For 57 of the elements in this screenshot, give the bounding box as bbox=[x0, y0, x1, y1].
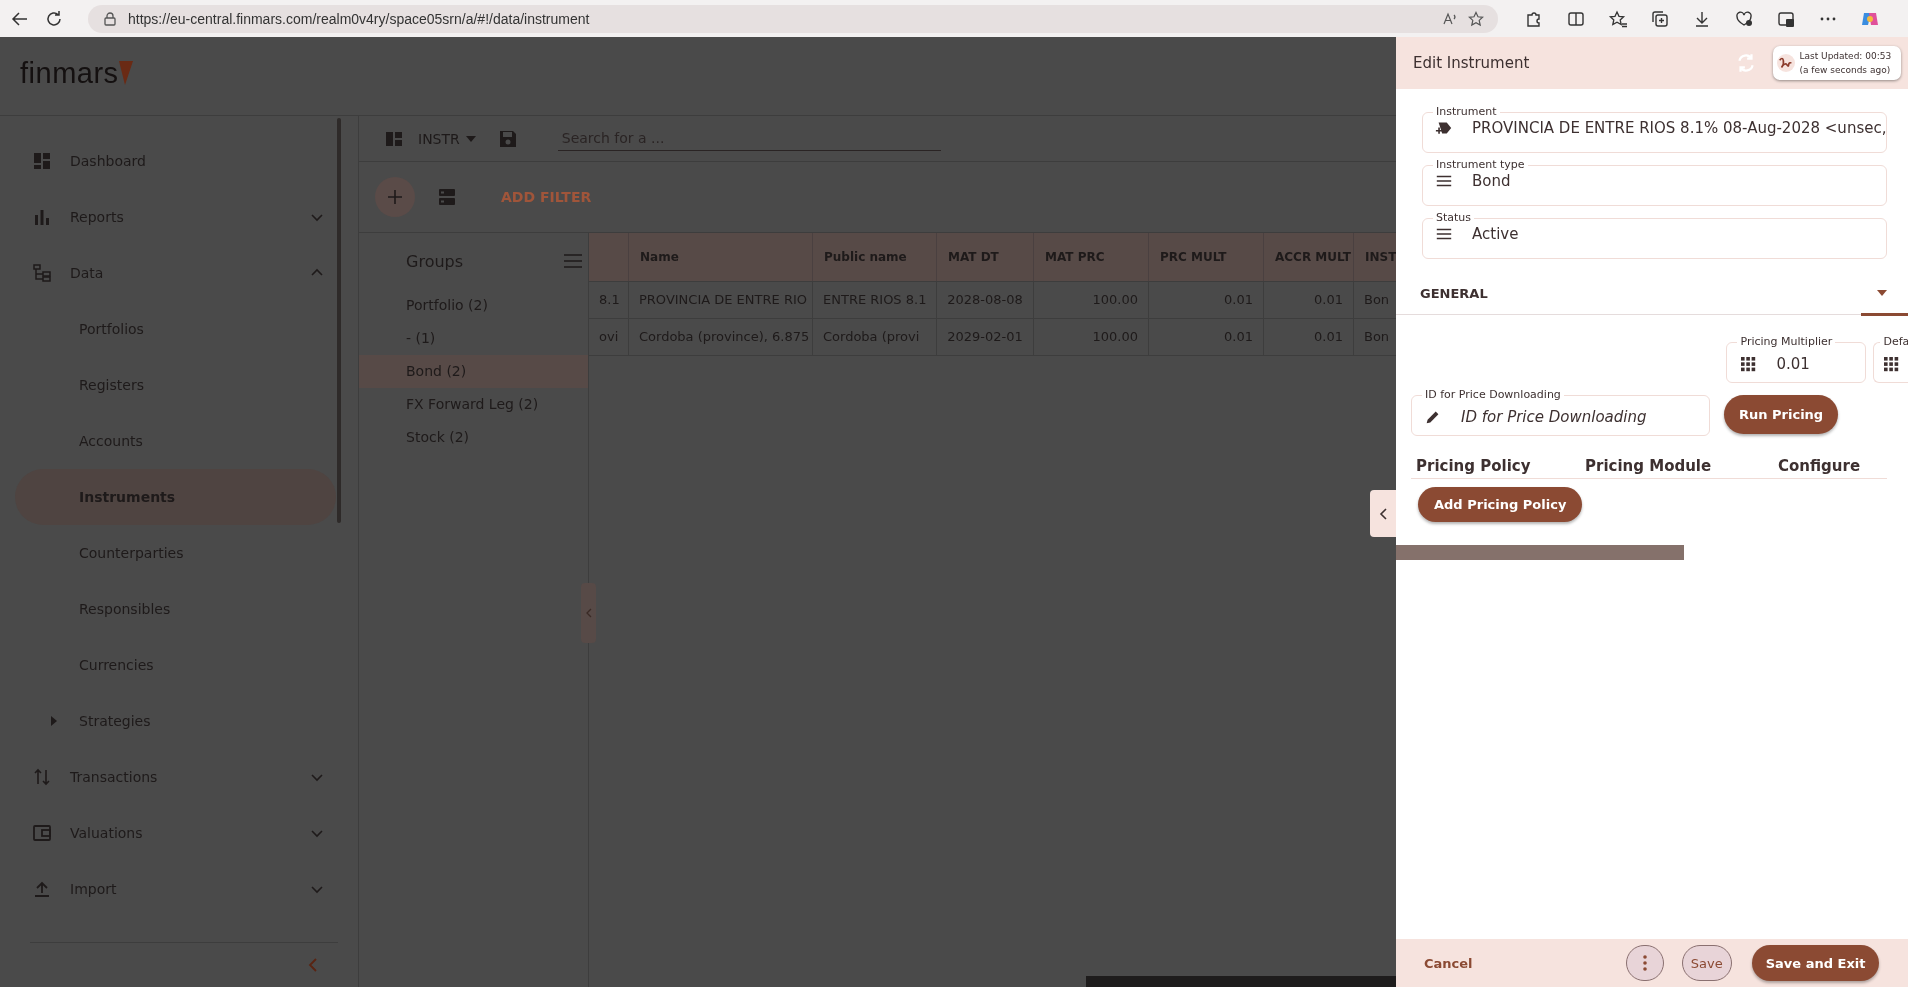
caret-right-icon bbox=[50, 716, 58, 726]
column-header: Configure bbox=[1777, 457, 1861, 475]
column-header: Pricing Module bbox=[1584, 457, 1713, 475]
column-header[interactable]: Public name bbox=[813, 233, 937, 281]
chevron-left-icon bbox=[585, 608, 592, 618]
more-button[interactable] bbox=[1625, 945, 1664, 981]
last-updated-text: Last Updated: 00:53 (a few seconds ago) bbox=[1799, 50, 1893, 77]
address-bar[interactable]: https://eu-central.finmars.com/realm0v4ry/space05srn/a/#!/data/instrument bbox=[88, 4, 1498, 33]
add-pricing-policy-button[interactable]: Add Pricing Policy bbox=[1418, 487, 1583, 522]
select-field[interactable]: Status Active bbox=[1422, 211, 1888, 259]
squiggle-icon bbox=[1777, 54, 1796, 72]
scrollbar-thumb[interactable] bbox=[337, 118, 341, 523]
transfer-icon bbox=[32, 767, 52, 787]
run-pricing-button[interactable]: Run Pricing bbox=[1724, 395, 1839, 434]
collapse-handle[interactable] bbox=[581, 583, 596, 643]
number-field[interactable]: Defa bbox=[1873, 335, 1908, 383]
logo-mark-icon bbox=[118, 61, 133, 85]
save-button[interactable]: Save bbox=[1681, 945, 1732, 981]
caret-down-icon bbox=[465, 135, 476, 142]
logo: finmars bbox=[20, 57, 119, 90]
column-header[interactable]: MAT PRC bbox=[1034, 233, 1149, 281]
column-header[interactable]: Name bbox=[629, 233, 813, 281]
add-filter-button[interactable]: ADD FILTER bbox=[497, 183, 596, 211]
column-header[interactable]: MAT DT bbox=[937, 233, 1034, 281]
star-icon[interactable] bbox=[1468, 10, 1484, 27]
grid-icon bbox=[1739, 354, 1758, 373]
group-item[interactable]: Bond (2) bbox=[359, 355, 588, 388]
more-icon bbox=[1642, 955, 1647, 971]
lock-icon bbox=[102, 10, 118, 27]
column-header: Pricing Policy bbox=[1415, 457, 1532, 475]
expand-tab[interactable] bbox=[1370, 490, 1396, 537]
text-field[interactable]: ID for Price Downloading ID for Price Downloading bbox=[1411, 388, 1710, 436]
read-aloud-icon[interactable] bbox=[1442, 10, 1458, 27]
column-header[interactable]: ACCR MULT bbox=[1264, 233, 1354, 281]
column-header[interactable]: PRC MULT bbox=[1149, 233, 1264, 281]
number-field[interactable]: Pricing Multiplier 0.01 bbox=[1726, 335, 1867, 383]
heart-icon[interactable] bbox=[1734, 8, 1754, 29]
select-field[interactable]: Instrument type Bond bbox=[1422, 158, 1888, 206]
collections-icon[interactable] bbox=[1650, 8, 1670, 29]
bar-chart-icon bbox=[32, 207, 52, 227]
chevron-left-icon bbox=[1379, 507, 1387, 520]
scrollbar-thumb[interactable] bbox=[1086, 976, 1396, 987]
dashboard-icon bbox=[32, 151, 52, 171]
wallet-icon bbox=[32, 823, 52, 843]
caret-down-icon[interactable] bbox=[1877, 288, 1888, 298]
upload-icon bbox=[32, 879, 52, 899]
refresh-icon[interactable] bbox=[44, 8, 64, 29]
panel-title: Edit Instrument bbox=[1413, 54, 1530, 72]
grid-icon bbox=[1882, 354, 1901, 373]
cancel-button[interactable]: Cancel bbox=[1418, 951, 1479, 975]
save-and-exit-button[interactable]: Save and Exit bbox=[1751, 945, 1880, 981]
url-text: https://eu-central.finmars.com/realm0v4ry/space05srn/a/#!/data/instrument bbox=[128, 10, 590, 27]
instrument-field[interactable]: Instrument PROVINCIA DE ENTRE RIOS 8.1% 08-Aug-2028 <unsec, bbox=[1422, 105, 1888, 153]
input-field[interactable]: ID for Price Downloading bbox=[1461, 405, 1701, 428]
section-tab[interactable]: GENERAL bbox=[1420, 285, 1488, 301]
tree-icon bbox=[32, 263, 52, 283]
plus-icon bbox=[385, 187, 405, 207]
